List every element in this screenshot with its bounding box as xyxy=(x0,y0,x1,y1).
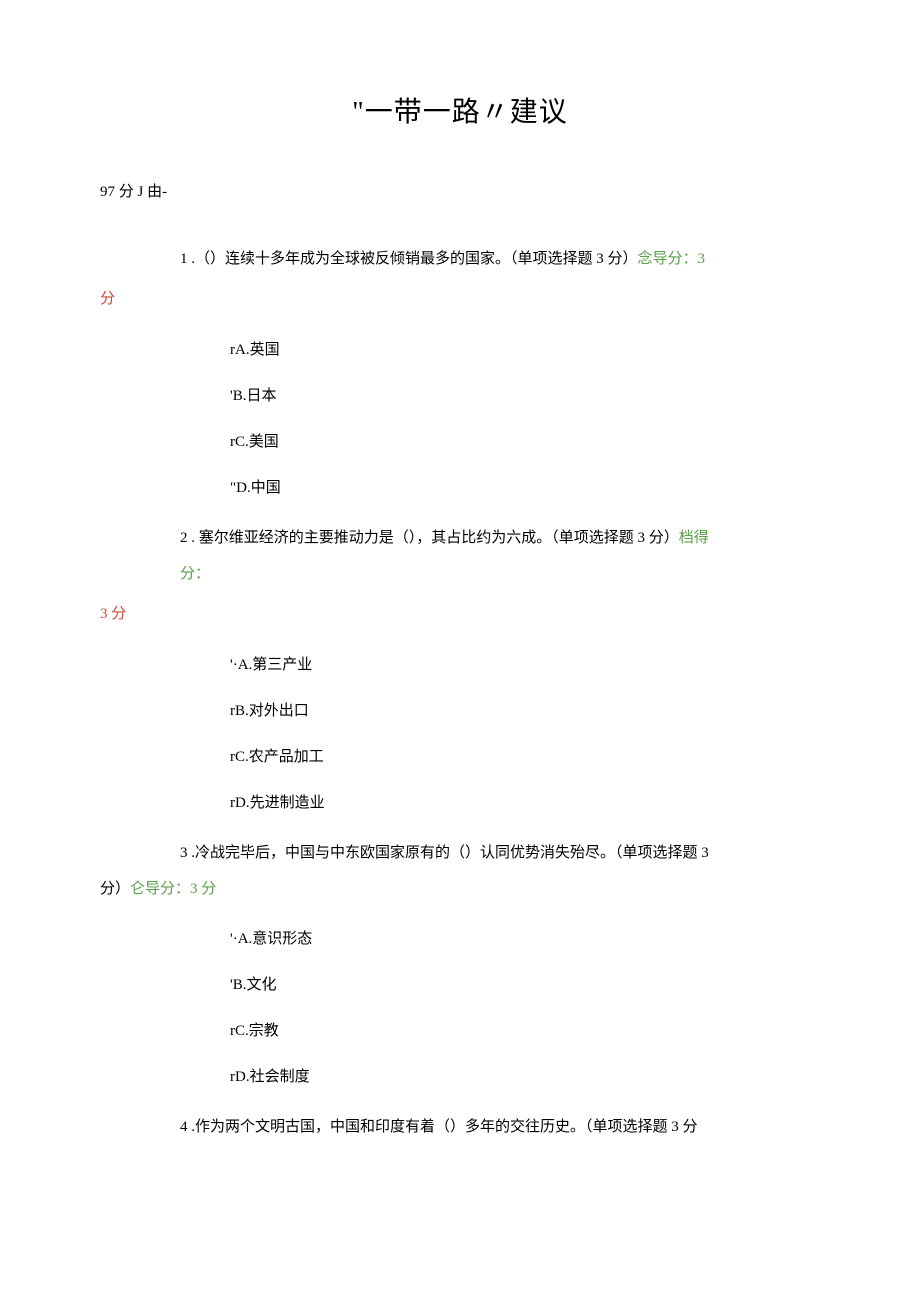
option-a: rA.英国 xyxy=(230,338,820,362)
option-c: rC.农产品加工 xyxy=(230,745,820,769)
score-cont: 分： xyxy=(180,566,210,582)
option-d: "D.中国 xyxy=(230,476,820,500)
question-stem: 3 .冷战完毕后，中国与中东欧国家原有的（）认同优势消失殆尽。（单项选择题 3 xyxy=(180,835,820,871)
options-list: rA.英国 'B.日本 rC.美国 "D.中国 xyxy=(230,338,820,500)
score-line2: 分： xyxy=(180,556,820,592)
question-3: 3 .冷战完毕后，中国与中东欧国家原有的（）认同优势消失殆尽。（单项选择题 3 … xyxy=(100,835,820,1089)
option-a: '·A.意识形态 xyxy=(230,927,820,951)
page-title: "一带一路〃建议 xyxy=(100,90,820,130)
document-page: "一带一路〃建议 97 分 J 由- 1 .（）连续十多年成为全球被反倾销最多的… xyxy=(0,0,920,1195)
question-1: 1 .（）连续十多年成为全球被反倾销最多的国家。（单项选择题 3 分）念导分：3… xyxy=(100,241,820,500)
option-c: rC.宗教 xyxy=(230,1019,820,1043)
score-earned-label: 仑导分：3 分 xyxy=(130,881,216,897)
option-d: rD.先进制造业 xyxy=(230,791,820,815)
total-score: 97 分 J 由- xyxy=(100,180,820,201)
question-2: 2 . 塞尔维亚经济的主要推动力是（），其占比约为六成。（单项选择题 3 分）档… xyxy=(100,520,820,815)
question-stem-line2: 分）仑导分：3 分 xyxy=(100,871,820,907)
question-text: 3 .冷战完毕后，中国与中东欧国家原有的（）认同优势消失殆尽。（单项选择题 3 xyxy=(180,845,709,861)
question-4: 4 .作为两个文明古国，中国和印度有着（）多年的交往历史。（单项选择题 3 分 xyxy=(100,1109,820,1145)
options-list: '·A.第三产业 rB.对外出口 rC.农产品加工 rD.先进制造业 xyxy=(230,653,820,815)
question-stem: 1 .（）连续十多年成为全球被反倾销最多的国家。（单项选择题 3 分）念导分：3 xyxy=(180,241,820,277)
option-b: 'B.文化 xyxy=(230,973,820,997)
option-d: rD.社会制度 xyxy=(230,1065,820,1089)
score-earned-label: 档得 xyxy=(679,530,709,546)
question-stem: 2 . 塞尔维亚经济的主要推动力是（），其占比约为六成。（单项选择题 3 分）档… xyxy=(180,520,820,556)
question-stem: 4 .作为两个文明古国，中国和印度有着（）多年的交往历史。（单项选择题 3 分 xyxy=(180,1109,820,1145)
options-list: '·A.意识形态 'B.文化 rC.宗教 rD.社会制度 xyxy=(230,927,820,1089)
question-text-cont: 分） xyxy=(100,881,130,897)
score-earned-label: 念导分：3 xyxy=(638,251,706,267)
question-text: 4 .作为两个文明古国，中国和印度有着（）多年的交往历史。（单项选择题 3 分 xyxy=(180,1119,698,1135)
option-a: '·A.第三产业 xyxy=(230,653,820,677)
question-text: 2 . 塞尔维亚经济的主要推动力是（），其占比约为六成。（单项选择题 3 分） xyxy=(180,530,679,546)
option-c: rC.美国 xyxy=(230,430,820,454)
option-b: rB.对外出口 xyxy=(230,699,820,723)
score-tail: 3 分 xyxy=(100,602,820,623)
option-b: 'B.日本 xyxy=(230,384,820,408)
score-tail: 分 xyxy=(100,287,820,308)
question-text: 1 .（）连续十多年成为全球被反倾销最多的国家。（单项选择题 3 分） xyxy=(180,251,638,267)
